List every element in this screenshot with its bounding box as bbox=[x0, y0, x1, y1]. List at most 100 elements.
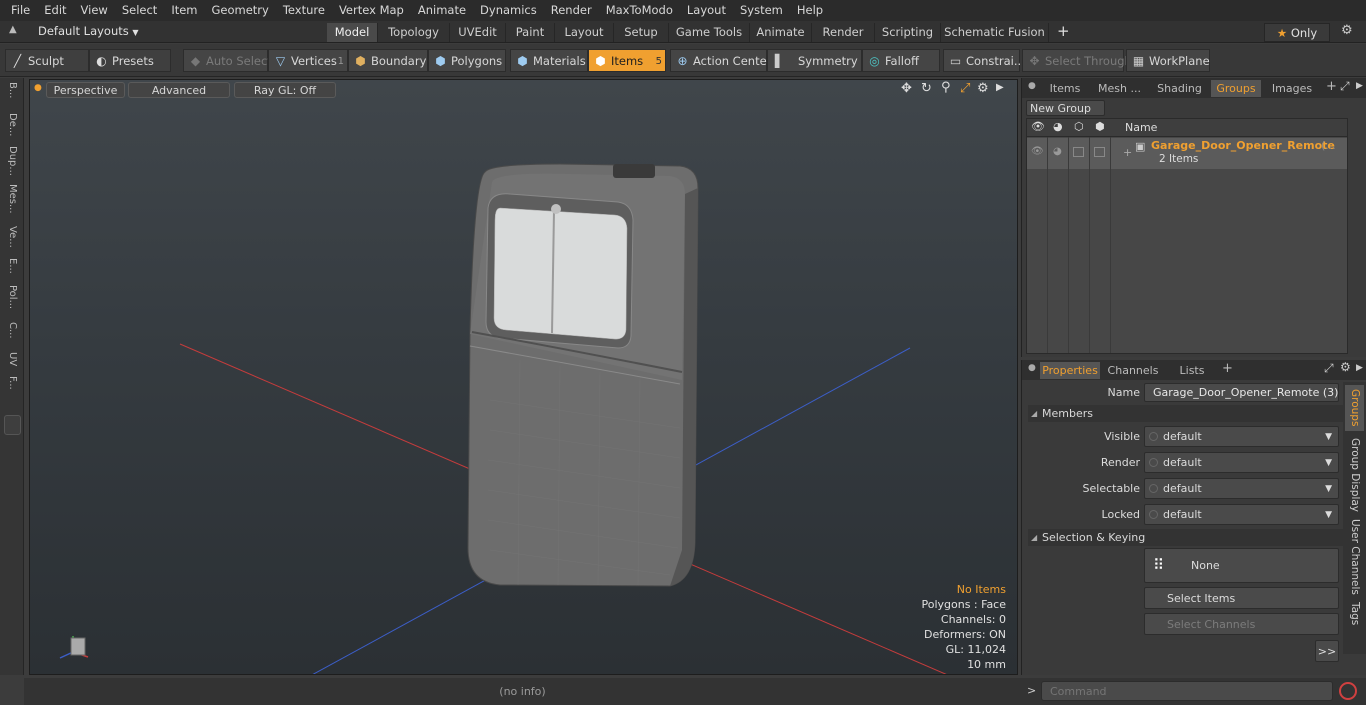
record-icon[interactable] bbox=[1339, 682, 1357, 700]
panel-menu-icon[interactable]: ▶ bbox=[1356, 81, 1363, 91]
tab-model[interactable]: Model bbox=[327, 23, 378, 42]
panel-menu-icon[interactable]: ▶ bbox=[1356, 363, 1363, 373]
gear-icon[interactable]: ⚙ bbox=[1340, 360, 1351, 374]
raygl-toggle[interactable]: Ray GL: Off bbox=[234, 82, 336, 98]
tab-groups[interactable]: Groups bbox=[1211, 80, 1261, 97]
presets-button[interactable]: ◐ Presets bbox=[89, 49, 171, 72]
vertices-button[interactable]: ▽ Vertices 1 bbox=[268, 49, 348, 72]
left-tab-mesh-edit[interactable]: Mes... bbox=[4, 184, 20, 214]
selectable-icon[interactable]: ⬡ bbox=[1074, 120, 1084, 133]
tab-lists[interactable]: Lists bbox=[1168, 362, 1216, 379]
menu-select[interactable]: Select bbox=[115, 0, 164, 21]
side-tab-groups[interactable]: Groups bbox=[1345, 385, 1364, 431]
panel-dot-icon[interactable]: ● bbox=[1028, 81, 1036, 91]
left-tab-deform[interactable]: De... bbox=[4, 113, 20, 136]
fit-view-icon[interactable]: ⤢ bbox=[960, 81, 970, 96]
menu-render[interactable]: Render bbox=[544, 0, 599, 21]
perspective-dropdown[interactable]: Perspective bbox=[46, 82, 125, 98]
left-tab-duplicate[interactable]: Dup... bbox=[4, 146, 20, 176]
lock-icon[interactable]: ⬢ bbox=[1095, 120, 1105, 133]
action-center-button[interactable]: ⊕ Action Center bbox=[670, 49, 771, 72]
none-button[interactable]: ⠿ None bbox=[1144, 548, 1339, 583]
menu-vertex-map[interactable]: Vertex Map bbox=[332, 0, 411, 21]
group-row[interactable]: 👁 ◕ + ▣ Garage_Door_Opener_Remote (... 2… bbox=[1027, 138, 1347, 169]
layout-selector[interactable]: Default Layouts ▼ bbox=[38, 24, 139, 38]
left-tab-vertex[interactable]: Ve... bbox=[4, 226, 20, 248]
name-field[interactable]: Garage_Door_Opener_Remote (3) bbox=[1144, 383, 1339, 402]
menu-item[interactable]: Item bbox=[164, 0, 204, 21]
tab-topology[interactable]: Topology bbox=[378, 23, 450, 42]
left-tab-curve[interactable]: C... bbox=[4, 322, 20, 339]
only-toggle[interactable]: ★ Only bbox=[1264, 23, 1330, 42]
tab-paint[interactable]: Paint bbox=[506, 23, 555, 42]
side-tab-group-display[interactable]: Group Display bbox=[1345, 438, 1364, 512]
tab-layout[interactable]: Layout bbox=[555, 23, 614, 42]
menu-animate[interactable]: Animate bbox=[411, 0, 473, 21]
menu-geometry[interactable]: Geometry bbox=[205, 0, 276, 21]
visibility-eye-icon[interactable]: 👁 bbox=[1031, 120, 1045, 133]
maximize-icon[interactable]: ⤢ bbox=[1324, 361, 1334, 376]
command-input[interactable] bbox=[1041, 681, 1333, 701]
add-tab-plus-icon[interactable]: + bbox=[1057, 22, 1070, 40]
more-button[interactable]: >> bbox=[1315, 640, 1339, 662]
menu-layout[interactable]: Layout bbox=[680, 0, 733, 21]
viewport-settings-icon[interactable]: ⚙ bbox=[977, 81, 989, 96]
left-strip-toggle[interactable] bbox=[4, 415, 21, 435]
new-group-button[interactable]: New Group bbox=[1026, 100, 1105, 116]
boundary-button[interactable]: ⬢ Boundary bbox=[348, 49, 428, 72]
workplane-button[interactable]: ▦ WorkPlane bbox=[1126, 49, 1210, 72]
materials-button[interactable]: ⬢ Materials bbox=[510, 49, 588, 72]
selection-keying-section-header[interactable]: ◢ Selection & Keying bbox=[1028, 529, 1361, 546]
side-tab-tags[interactable]: Tags bbox=[1345, 602, 1364, 625]
tab-render[interactable]: Render bbox=[812, 23, 875, 42]
selectable-dropdown[interactable]: default ▼ bbox=[1144, 478, 1339, 499]
constraints-button[interactable]: ▭ Constrai... bbox=[943, 49, 1025, 72]
left-tab-fusion[interactable]: F... bbox=[4, 376, 20, 390]
zoom-view-icon[interactable]: ⚲ bbox=[941, 80, 951, 95]
select-through-button[interactable]: ✥ Select Through bbox=[1022, 49, 1132, 72]
row-render-icon[interactable]: ◕ bbox=[1053, 146, 1062, 157]
tab-game-tools[interactable]: Game Tools bbox=[669, 23, 750, 42]
menu-edit[interactable]: Edit bbox=[37, 0, 73, 21]
side-tab-user-channels[interactable]: User Channels bbox=[1345, 519, 1364, 595]
tab-setup[interactable]: Setup bbox=[614, 23, 669, 42]
members-section-header[interactable]: ◢ Members bbox=[1028, 405, 1361, 422]
3d-viewport[interactable]: ● Perspective Advanced Ray GL: Off ✥ ↻ ⚲… bbox=[29, 79, 1018, 675]
left-tab-polygon[interactable]: Pol... bbox=[4, 285, 20, 309]
expand-plus-icon[interactable]: + bbox=[1123, 146, 1132, 159]
menu-texture[interactable]: Texture bbox=[276, 0, 332, 21]
sculpt-button[interactable]: ╱ Sculpt bbox=[5, 49, 89, 72]
tab-uvedit[interactable]: UVEdit bbox=[450, 23, 506, 42]
maximize-icon[interactable]: ⤢ bbox=[1340, 79, 1350, 94]
menu-view[interactable]: View bbox=[74, 0, 115, 21]
tab-mesh[interactable]: Mesh ... bbox=[1092, 80, 1147, 97]
falloff-button[interactable]: ◎ Falloff bbox=[862, 49, 940, 72]
viewport-dot-icon[interactable]: ● bbox=[34, 83, 42, 93]
left-tab-edge[interactable]: E... bbox=[4, 258, 20, 274]
locked-dropdown[interactable]: default ▼ bbox=[1144, 504, 1339, 525]
left-tab-basic[interactable]: B... bbox=[4, 82, 20, 98]
visible-dropdown[interactable]: default ▼ bbox=[1144, 426, 1339, 447]
menu-help[interactable]: Help bbox=[790, 0, 830, 21]
menu-file[interactable]: File bbox=[4, 0, 37, 21]
move-view-icon[interactable]: ✥ bbox=[901, 81, 912, 96]
row-lock-box[interactable] bbox=[1094, 147, 1105, 157]
groups-scrollbar[interactable] bbox=[1352, 118, 1362, 354]
left-tab-uv[interactable]: UV bbox=[4, 352, 20, 366]
tab-schematic-fusion[interactable]: Schematic Fusion bbox=[941, 23, 1049, 42]
menu-system[interactable]: System bbox=[733, 0, 790, 21]
tab-properties[interactable]: Properties bbox=[1040, 362, 1100, 379]
advanced-dropdown[interactable]: Advanced bbox=[128, 82, 230, 98]
items-button[interactable]: ⬢ Items 5 bbox=[588, 49, 666, 72]
render-dropdown[interactable]: default ▼ bbox=[1144, 452, 1339, 473]
panel-dot-icon[interactable]: ● bbox=[1028, 363, 1036, 373]
row-eye-icon[interactable]: 👁 bbox=[1031, 146, 1044, 157]
rotate-view-icon[interactable]: ↻ bbox=[921, 81, 932, 96]
symmetry-button[interactable]: ▌ Symmetry bbox=[767, 49, 862, 72]
row-selectable-box[interactable] bbox=[1073, 147, 1084, 157]
render-icon[interactable]: ◕ bbox=[1053, 120, 1063, 133]
tab-shading[interactable]: Shading bbox=[1151, 80, 1208, 97]
tab-scripting[interactable]: Scripting bbox=[875, 23, 941, 42]
add-panel-tab-icon[interactable]: + bbox=[1326, 79, 1337, 94]
tab-channels[interactable]: Channels bbox=[1104, 362, 1162, 379]
